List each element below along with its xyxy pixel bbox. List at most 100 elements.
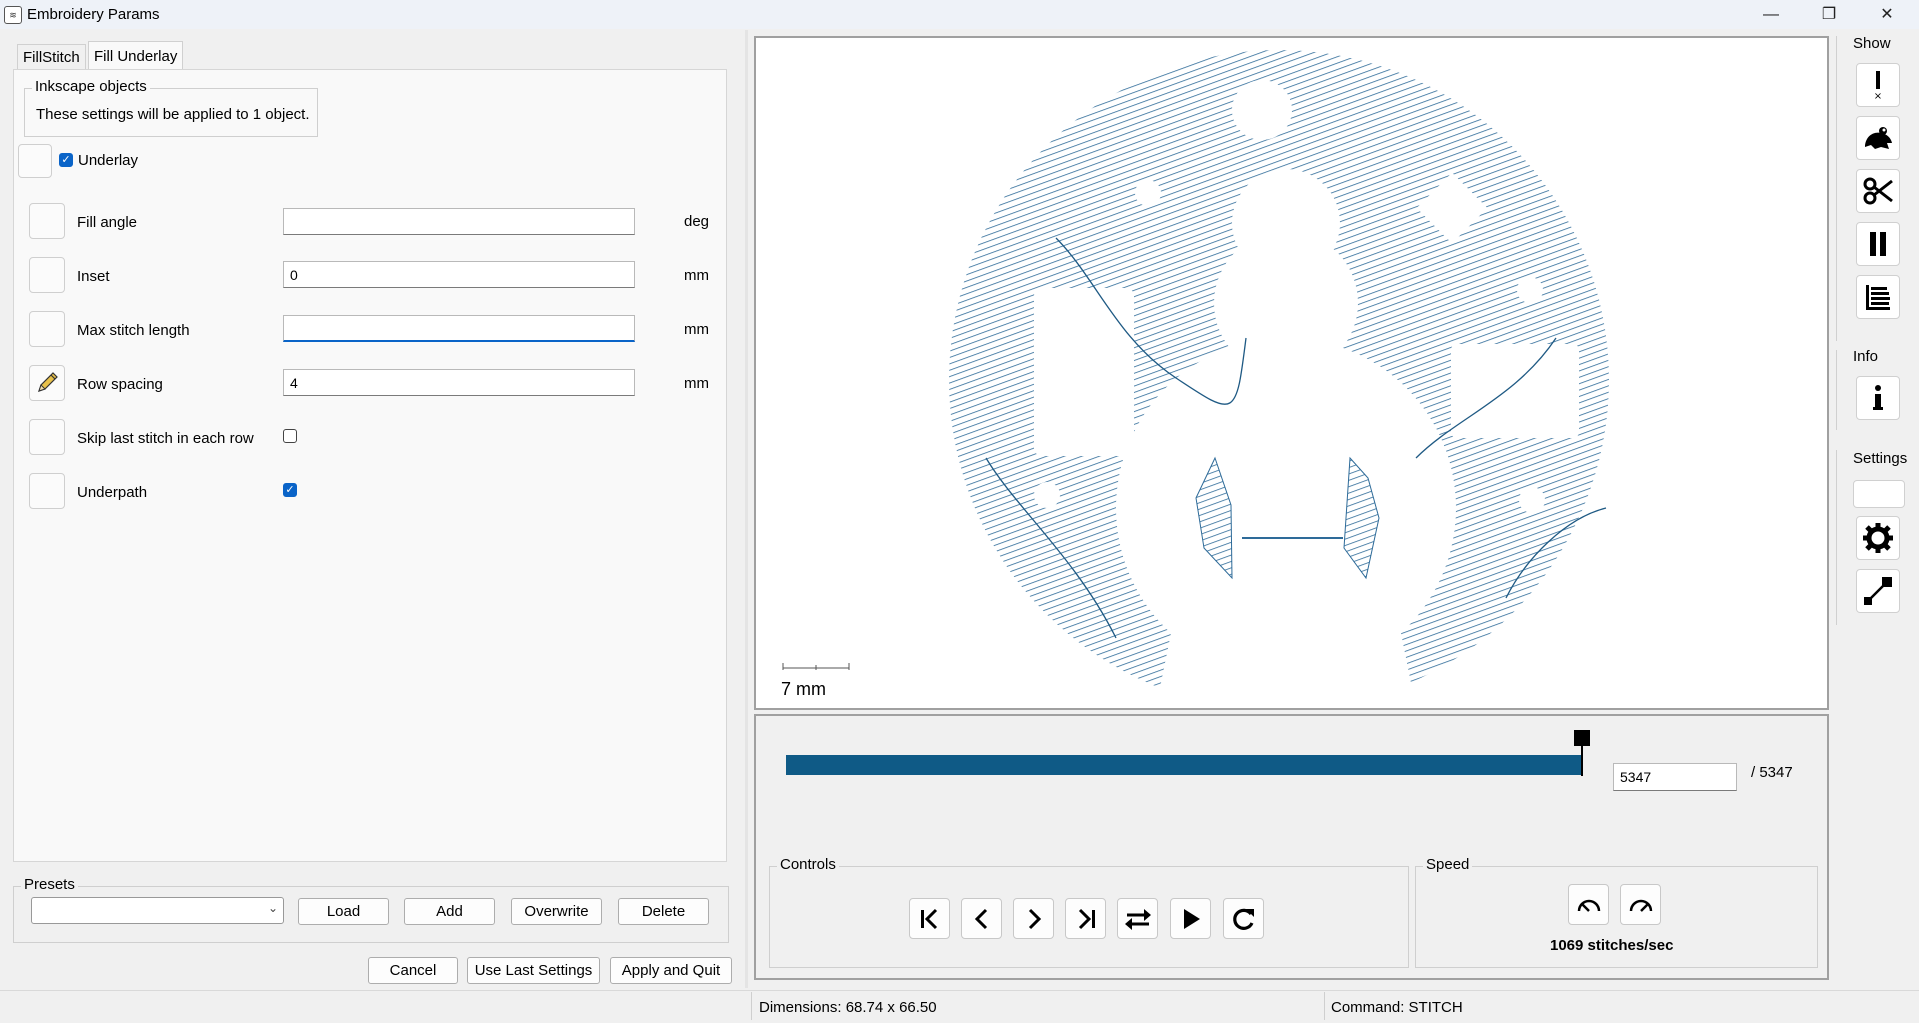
info-button[interactable] (1856, 376, 1900, 420)
exclamation-icon: × (1874, 71, 1882, 101)
tab-panel (13, 69, 727, 862)
close-button[interactable]: ✕ (1860, 0, 1914, 29)
underpath-checkbox[interactable]: ✓ (283, 483, 297, 497)
last-stitch-icon (1078, 908, 1095, 929)
speed-slower-icon (1577, 899, 1600, 912)
svg-text:×: × (1874, 91, 1882, 101)
restart-button[interactable] (1223, 898, 1264, 939)
tab-fill-underlay[interactable]: Fill Underlay (88, 41, 184, 71)
app-icon: ≋ (4, 6, 22, 24)
tab-fillstitch[interactable]: FillStitch (17, 44, 86, 70)
command-status: Command: STITCH (1331, 999, 1463, 1016)
scissors-icon (1863, 177, 1893, 205)
use-last-settings-button[interactable]: Use Last Settings (467, 957, 600, 984)
show-color-changes-button[interactable] (1856, 275, 1900, 319)
info-section-label: Info (1853, 348, 1879, 365)
status-bar (0, 990, 1919, 1023)
minimize-button[interactable]: — (1744, 0, 1798, 29)
skip-last-stitch-checkbox[interactable] (283, 429, 297, 443)
last-stitch-button[interactable] (1065, 898, 1106, 939)
first-stitch-button[interactable] (909, 898, 950, 939)
status-divider (751, 992, 752, 1020)
dimensions-status: Dimensions: 68.74 x 66.50 (759, 999, 937, 1016)
inkscape-objects-legend: Inkscape objects (32, 78, 150, 95)
max-stitch-length-unit: mm (684, 321, 709, 338)
stitch-preview-canvas[interactable]: 7 mm (754, 36, 1829, 710)
current-stitch-field[interactable] (1613, 763, 1737, 791)
stitch-slider-handle[interactable] (1574, 730, 1590, 776)
faster-button[interactable] (1620, 884, 1661, 925)
row-spacing-field[interactable] (283, 369, 635, 396)
info-icon (1873, 385, 1883, 410)
delete-preset-button[interactable]: Delete (618, 898, 709, 925)
presets-dropdown[interactable]: ⌄ (31, 897, 284, 924)
swap-direction-icon (1124, 908, 1151, 930)
show-section-label: Show (1853, 35, 1891, 52)
sidebar-divider-3 (1836, 450, 1837, 625)
gear-icon (1863, 523, 1893, 553)
stitch-slider-track[interactable] (786, 755, 1582, 775)
underlay-checkbox[interactable]: ✓ (59, 153, 73, 167)
restore-button[interactable]: ❐ (1802, 0, 1856, 29)
embroidery-preview-graphic (756, 38, 1827, 708)
inset-field[interactable] (283, 261, 635, 288)
pencil-icon (38, 372, 58, 392)
settings-empty-field[interactable] (1853, 480, 1905, 508)
show-trims-button[interactable] (1856, 169, 1900, 213)
max-stitch-length-reset-button[interactable] (29, 311, 65, 347)
title-bar (0, 0, 1919, 29)
fill-angle-reset-button[interactable] (29, 203, 65, 239)
speed-readout: 1069 stitches/sec (1550, 937, 1674, 954)
underlay-toggle-button[interactable] (18, 144, 52, 178)
window-title: Embroidery Params (27, 6, 160, 23)
cancel-button[interactable]: Cancel (368, 957, 458, 984)
speed-faster-icon (1629, 899, 1652, 912)
first-stitch-icon (920, 908, 937, 929)
inset-label: Inset (77, 268, 110, 285)
max-stitch-length-label: Max stitch length (77, 322, 190, 339)
row-spacing-label: Row spacing (77, 376, 163, 393)
row-spacing-unit: mm (684, 375, 709, 392)
slower-button[interactable] (1568, 884, 1609, 925)
toggle-detach-button[interactable] (1856, 569, 1900, 613)
sidebar-divider (1836, 36, 1837, 341)
pause-icon (1870, 232, 1886, 256)
presets-legend: Presets (21, 876, 78, 893)
splitter[interactable] (745, 30, 748, 988)
inset-unit: mm (684, 267, 709, 284)
total-stitches-label: / 5347 (1751, 764, 1793, 781)
color-change-icon (1866, 285, 1890, 310)
restart-icon (1232, 908, 1254, 930)
fill-angle-field[interactable] (283, 208, 635, 235)
apply-and-quit-button[interactable]: Apply and Quit (610, 957, 732, 984)
play-button[interactable] (1170, 898, 1211, 939)
next-stitch-button[interactable] (1013, 898, 1054, 939)
chevron-down-icon: ⌄ (267, 901, 278, 915)
underpath-reset-button[interactable] (29, 473, 65, 509)
fill-angle-label: Fill angle (77, 214, 138, 231)
show-errors-button[interactable]: × (1856, 63, 1900, 107)
scale-label: 7 mm (781, 679, 826, 699)
inset-reset-button[interactable] (29, 257, 65, 293)
settings-button[interactable] (1856, 516, 1900, 560)
swap-direction-button[interactable] (1117, 898, 1158, 939)
underpath-label: Underpath (77, 484, 148, 501)
previous-stitch-button[interactable] (961, 898, 1002, 939)
load-preset-button[interactable]: Load (298, 898, 389, 925)
previous-stitch-icon (974, 908, 987, 929)
skip-last-stitch-reset-button[interactable] (29, 419, 65, 455)
frog-icon (1865, 127, 1892, 149)
max-stitch-length-field[interactable] (283, 315, 635, 342)
fill-angle-unit: deg (684, 213, 710, 230)
show-stops-button[interactable] (1856, 222, 1900, 266)
speed-legend: Speed (1423, 856, 1473, 873)
play-icon (1183, 908, 1200, 929)
overwrite-preset-button[interactable]: Overwrite (511, 898, 602, 925)
show-jumps-button[interactable] (1856, 116, 1900, 160)
settings-section-label: Settings (1853, 450, 1908, 467)
row-spacing-reset-button[interactable] (29, 365, 65, 401)
detach-window-icon (1864, 577, 1892, 605)
status-divider-2 (1324, 992, 1325, 1020)
add-preset-button[interactable]: Add (404, 898, 495, 925)
underlay-label: Underlay (78, 152, 139, 169)
